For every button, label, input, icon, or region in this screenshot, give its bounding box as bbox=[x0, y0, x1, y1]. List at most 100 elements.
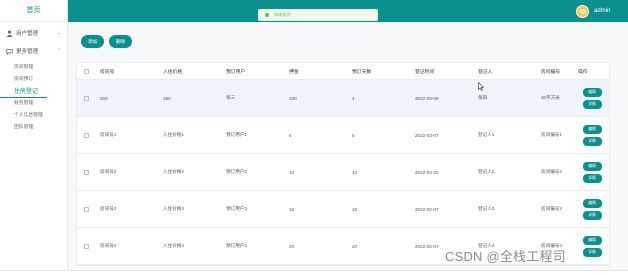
add-button[interactable]: 添加 bbox=[81, 35, 104, 48]
detail-button[interactable]: 详情 bbox=[582, 247, 602, 257]
success-icon bbox=[265, 13, 269, 17]
column-header: 房间编号 bbox=[541, 69, 561, 75]
edit-button[interactable]: 编辑 bbox=[582, 124, 602, 134]
table-cell: 房间号4 bbox=[100, 243, 117, 248]
sidebar-item-checkin[interactable]: 住房登记 bbox=[0, 86, 47, 98]
table-cell: 4 bbox=[352, 95, 355, 101]
table-cell: 5 bbox=[352, 132, 355, 138]
edit-button[interactable]: 编辑 bbox=[582, 198, 602, 208]
table-cell: 登记人2 bbox=[478, 169, 495, 174]
table-row[interactable]: 房间号1 入住价格1 预订用户1 5 5 2022-03-07 登记人1 房间编… bbox=[77, 117, 609, 154]
avatar[interactable] bbox=[576, 5, 589, 18]
data-table: 房间号 入住价格 预订用户 押金 预订天数 登记时间 登记人 房间编号 操作 3… bbox=[76, 62, 610, 266]
table-cell: 150 bbox=[163, 95, 171, 101]
column-header: 房间号 bbox=[100, 69, 115, 75]
toast-message: 修改成功！ bbox=[274, 12, 294, 17]
table-cell: 预订用户2 bbox=[226, 169, 247, 174]
table-cell: 预订用户3 bbox=[226, 206, 247, 211]
column-header: 预订天数 bbox=[352, 69, 372, 75]
detail-button[interactable]: 详情 bbox=[582, 210, 602, 220]
table-cell: 302 bbox=[100, 95, 108, 101]
column-header: 登记人 bbox=[478, 69, 493, 75]
edit-button[interactable]: 编辑 bbox=[582, 235, 602, 245]
delete-button[interactable]: 删除 bbox=[109, 35, 132, 48]
table-row[interactable]: 302 150 张三 100 4 2022-03-08 张四 30平方米 编辑 … bbox=[77, 80, 609, 117]
row-checkbox[interactable] bbox=[84, 169, 89, 175]
mouse-cursor-icon bbox=[478, 82, 484, 91]
table-cell: 入住价格2 bbox=[163, 169, 184, 174]
chat-icon bbox=[6, 48, 13, 55]
column-header: 押金 bbox=[289, 69, 299, 75]
detail-button[interactable]: 详情 bbox=[582, 136, 602, 146]
select-all-checkbox[interactable] bbox=[84, 68, 89, 74]
table-cell: 30平方米 bbox=[541, 95, 560, 100]
table-cell: 2022-03-32 bbox=[415, 169, 439, 175]
table-cell: 100 bbox=[289, 95, 297, 101]
sidebar-brand[interactable]: 首页 bbox=[0, 0, 67, 22]
table-cell: 预订用户1 bbox=[226, 132, 247, 137]
table-cell: 张三 bbox=[226, 95, 236, 100]
table-cell: 房间号2 bbox=[100, 169, 117, 174]
table-cell: 登记人3 bbox=[478, 206, 495, 211]
row-actions: 编辑 详情 bbox=[574, 198, 610, 220]
column-header: 入住价格 bbox=[163, 69, 183, 75]
edit-button[interactable]: 编辑 bbox=[582, 87, 602, 97]
detail-button[interactable]: 详情 bbox=[582, 99, 602, 109]
watermark: CSDN @全栈工程司 bbox=[445, 249, 566, 264]
table-cell: 5 bbox=[289, 132, 292, 138]
detail-button[interactable]: 详情 bbox=[582, 173, 602, 183]
table-cell: 房间编号3 bbox=[541, 206, 562, 211]
table-header: 房间号 入住价格 预订用户 押金 预订天数 登记时间 登记人 房间编号 操作 bbox=[77, 63, 609, 80]
row-actions: 编辑 详情 bbox=[574, 235, 610, 257]
table-cell: 入住价格1 bbox=[163, 132, 184, 137]
avatar-face-icon bbox=[580, 9, 586, 14]
menu-group-more[interactable]: 更多管理 ⌃ bbox=[0, 42, 67, 60]
app-root: 首页 用户管理 ⌄ 更多管理 ⌃ 房间管理 房间预订 住房登记 财务管理 个人信… bbox=[0, 0, 628, 275]
table-cell: 2022-03-07 bbox=[415, 206, 439, 212]
table-cell: 2022-03-07 bbox=[415, 132, 439, 138]
column-header: 预订用户 bbox=[226, 69, 246, 75]
edit-button[interactable]: 编辑 bbox=[582, 161, 602, 171]
success-toast: 修改成功！ bbox=[258, 9, 378, 21]
table-cell: 预订用户4 bbox=[226, 243, 247, 248]
table-cell: 房间号3 bbox=[100, 206, 117, 211]
column-header: 登记时间 bbox=[415, 69, 435, 75]
table-row[interactable]: 房间号2 入住价格2 预订用户2 10 10 2022-03-32 登记人2 房… bbox=[77, 154, 609, 191]
table-cell: 房间编号2 bbox=[541, 169, 562, 174]
row-select-cell bbox=[77, 132, 96, 138]
table-cell: 张四 bbox=[478, 95, 488, 100]
row-checkbox[interactable] bbox=[84, 206, 89, 212]
table-cell: 房间号1 bbox=[100, 132, 117, 137]
user-icon bbox=[6, 30, 13, 37]
sidebar-item-profile[interactable]: 个人信息管理 bbox=[0, 110, 67, 122]
row-actions: 编辑 详情 bbox=[574, 161, 610, 183]
table-cell: 15 bbox=[352, 206, 358, 212]
table-cell: 入住价格4 bbox=[163, 243, 184, 248]
chevron-up-icon: ⌃ bbox=[56, 48, 61, 54]
column-header: 操作 bbox=[578, 69, 588, 75]
row-checkbox[interactable] bbox=[84, 95, 89, 101]
username[interactable]: admin bbox=[594, 8, 610, 14]
table-cell: 20 bbox=[352, 243, 358, 249]
row-actions: 编辑 详情 bbox=[574, 87, 610, 109]
menu-group-users[interactable]: 用户管理 ⌄ bbox=[0, 24, 67, 42]
row-select-cell bbox=[77, 206, 96, 212]
sidebar-item-rooms[interactable]: 房间管理 bbox=[0, 62, 67, 74]
table-cell: 2022-03-08 bbox=[415, 95, 439, 101]
sidebar-item-booking[interactable]: 房间预订 bbox=[0, 74, 67, 86]
table-cell: 登记人1 bbox=[478, 132, 495, 137]
table-cell: 10 bbox=[289, 169, 295, 175]
select-all-cell bbox=[77, 68, 96, 74]
sidebar-item-finance[interactable]: 财务管理 bbox=[0, 98, 67, 110]
menu-group-label: 更多管理 bbox=[16, 49, 39, 55]
table-row[interactable]: 房间号3 入住价格3 预订用户3 15 15 2022-03-07 登记人3 房… bbox=[77, 191, 609, 228]
row-select-cell bbox=[77, 95, 96, 101]
table-cell: 15 bbox=[289, 206, 295, 212]
row-select-cell bbox=[77, 243, 96, 249]
table-cell: 20 bbox=[289, 243, 295, 249]
sidebar-item-team[interactable]: 团队管理 bbox=[0, 122, 67, 134]
row-actions: 编辑 详情 bbox=[574, 124, 610, 146]
row-checkbox[interactable] bbox=[84, 132, 89, 138]
sidebar: 首页 用户管理 ⌄ 更多管理 ⌃ 房间管理 房间预订 住房登记 财务管理 个人信… bbox=[0, 0, 68, 270]
row-checkbox[interactable] bbox=[84, 243, 89, 249]
